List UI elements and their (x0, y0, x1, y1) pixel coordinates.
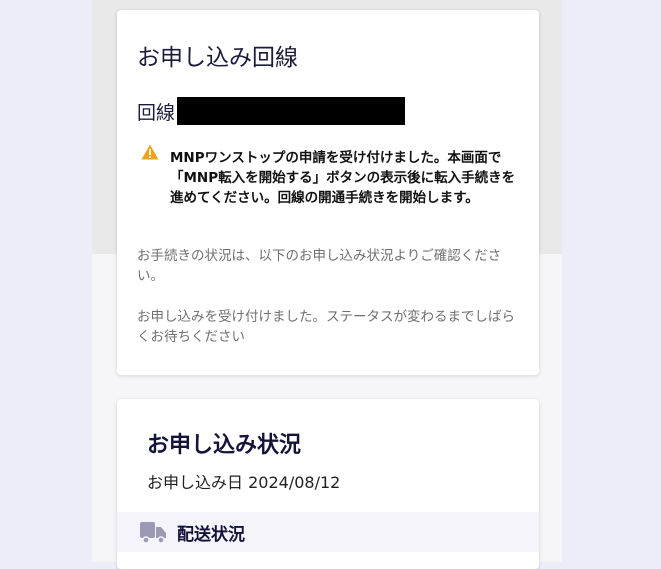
warning-icon (141, 144, 159, 160)
application-line-title: お申し込み回線 (137, 45, 298, 71)
application-status-card: お申し込み状況 お申し込み日 2024/08/12 配送状況 (117, 399, 539, 569)
application-date-value: 2024/08/12 (248, 473, 341, 492)
application-status-title: お申し込み状況 (147, 433, 302, 458)
accepted-note: お申し込みを受け付けました。ステータスが変わるまでしばらくお待ちください (137, 309, 515, 345)
line-row: 回線 (137, 96, 406, 126)
application-date-row: お申し込み日 2024/08/12 (147, 469, 340, 493)
application-date-label: お申し込み日 (147, 473, 244, 492)
line-label: 回線 (137, 101, 176, 124)
masked-line-number (177, 97, 406, 125)
delivery-status-label: 配送状況 (177, 524, 245, 545)
mnp-warning-message: MNPワンストップの申請を受け付けました。本画面で「MNP転入を開始する」ボタン… (170, 150, 516, 206)
delivery-status-header: 配送状況 (117, 512, 539, 552)
status-check-note: お手続きの状況は、以下のお申し込み状況よりご確認ください。 (137, 248, 502, 284)
truck-icon (140, 522, 166, 544)
application-line-card: お申し込み回線 回線 MNPワンストップの申請を受け付けました。本画面で「MNP… (117, 10, 539, 375)
